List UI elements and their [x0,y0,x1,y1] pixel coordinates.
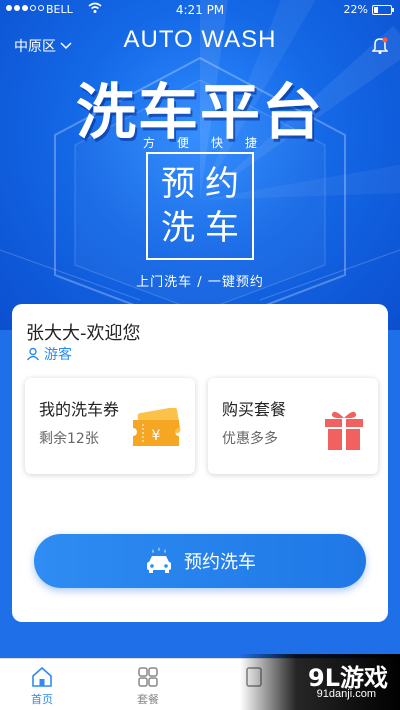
tab-package-label: 套餐 [137,693,159,706]
battery-percent: 22% [343,3,368,16]
main-card: 张大大-欢迎您 游客 我的洗车券 剩余12张 ¥ 购买套餐 优惠多多 预约洗车 [12,304,388,622]
ticket-icon: ¥ [133,408,181,446]
hero-banner: BELL 4:21 PM 22% AUTO WASH 中原区 洗车平台 方便快捷… [0,0,400,330]
tile-title: 购买套餐 [222,400,287,419]
tab-home[interactable]: 首页 [12,663,72,707]
tagline: 上门洗车 / 一键预约 [136,275,264,290]
chevron-down-icon [60,42,72,50]
clock: 4:21 PM [175,3,225,17]
user-role-label: 游客 [44,347,72,363]
my-coupons-tile[interactable]: 我的洗车券 剩余12张 ¥ [25,378,195,474]
buy-package-tile[interactable]: 购买套餐 优惠多多 [208,378,378,474]
watermark: 9L游戏 91danji.com [240,654,400,710]
booking-badge-line1: 预约 [161,164,249,204]
district-label: 中原区 [14,39,56,55]
watermark-url: 91danji.com [316,688,376,700]
book-wash-button[interactable]: 预约洗车 [34,534,366,588]
tab-home-label: 首页 [31,693,53,706]
user-role: 游客 [26,344,72,364]
grid-icon [138,667,158,687]
tile-subtitle: 剩余12张 [39,431,99,447]
booking-badge: 预约 洗车 [146,152,254,260]
slogan: 方便快捷 [142,136,279,150]
greeting: 张大大-欢迎您 [26,323,141,344]
booking-badge-line2: 洗车 [161,208,249,248]
tile-subtitle: 优惠多多 [222,431,278,447]
home-icon [32,666,52,687]
district-selector[interactable]: 中原区 [14,36,72,56]
status-bar: BELL 4:21 PM 22% [0,0,400,20]
tab-package[interactable]: 套餐 [118,663,178,707]
svg-text:¥: ¥ [152,428,161,444]
gift-icon [325,411,363,450]
tile-title: 我的洗车券 [39,400,120,419]
user-icon [26,347,40,361]
bell-icon[interactable] [372,36,388,54]
book-wash-label: 预约洗车 [184,552,256,573]
car-wash-icon [147,547,171,573]
battery-icon [372,5,394,15]
